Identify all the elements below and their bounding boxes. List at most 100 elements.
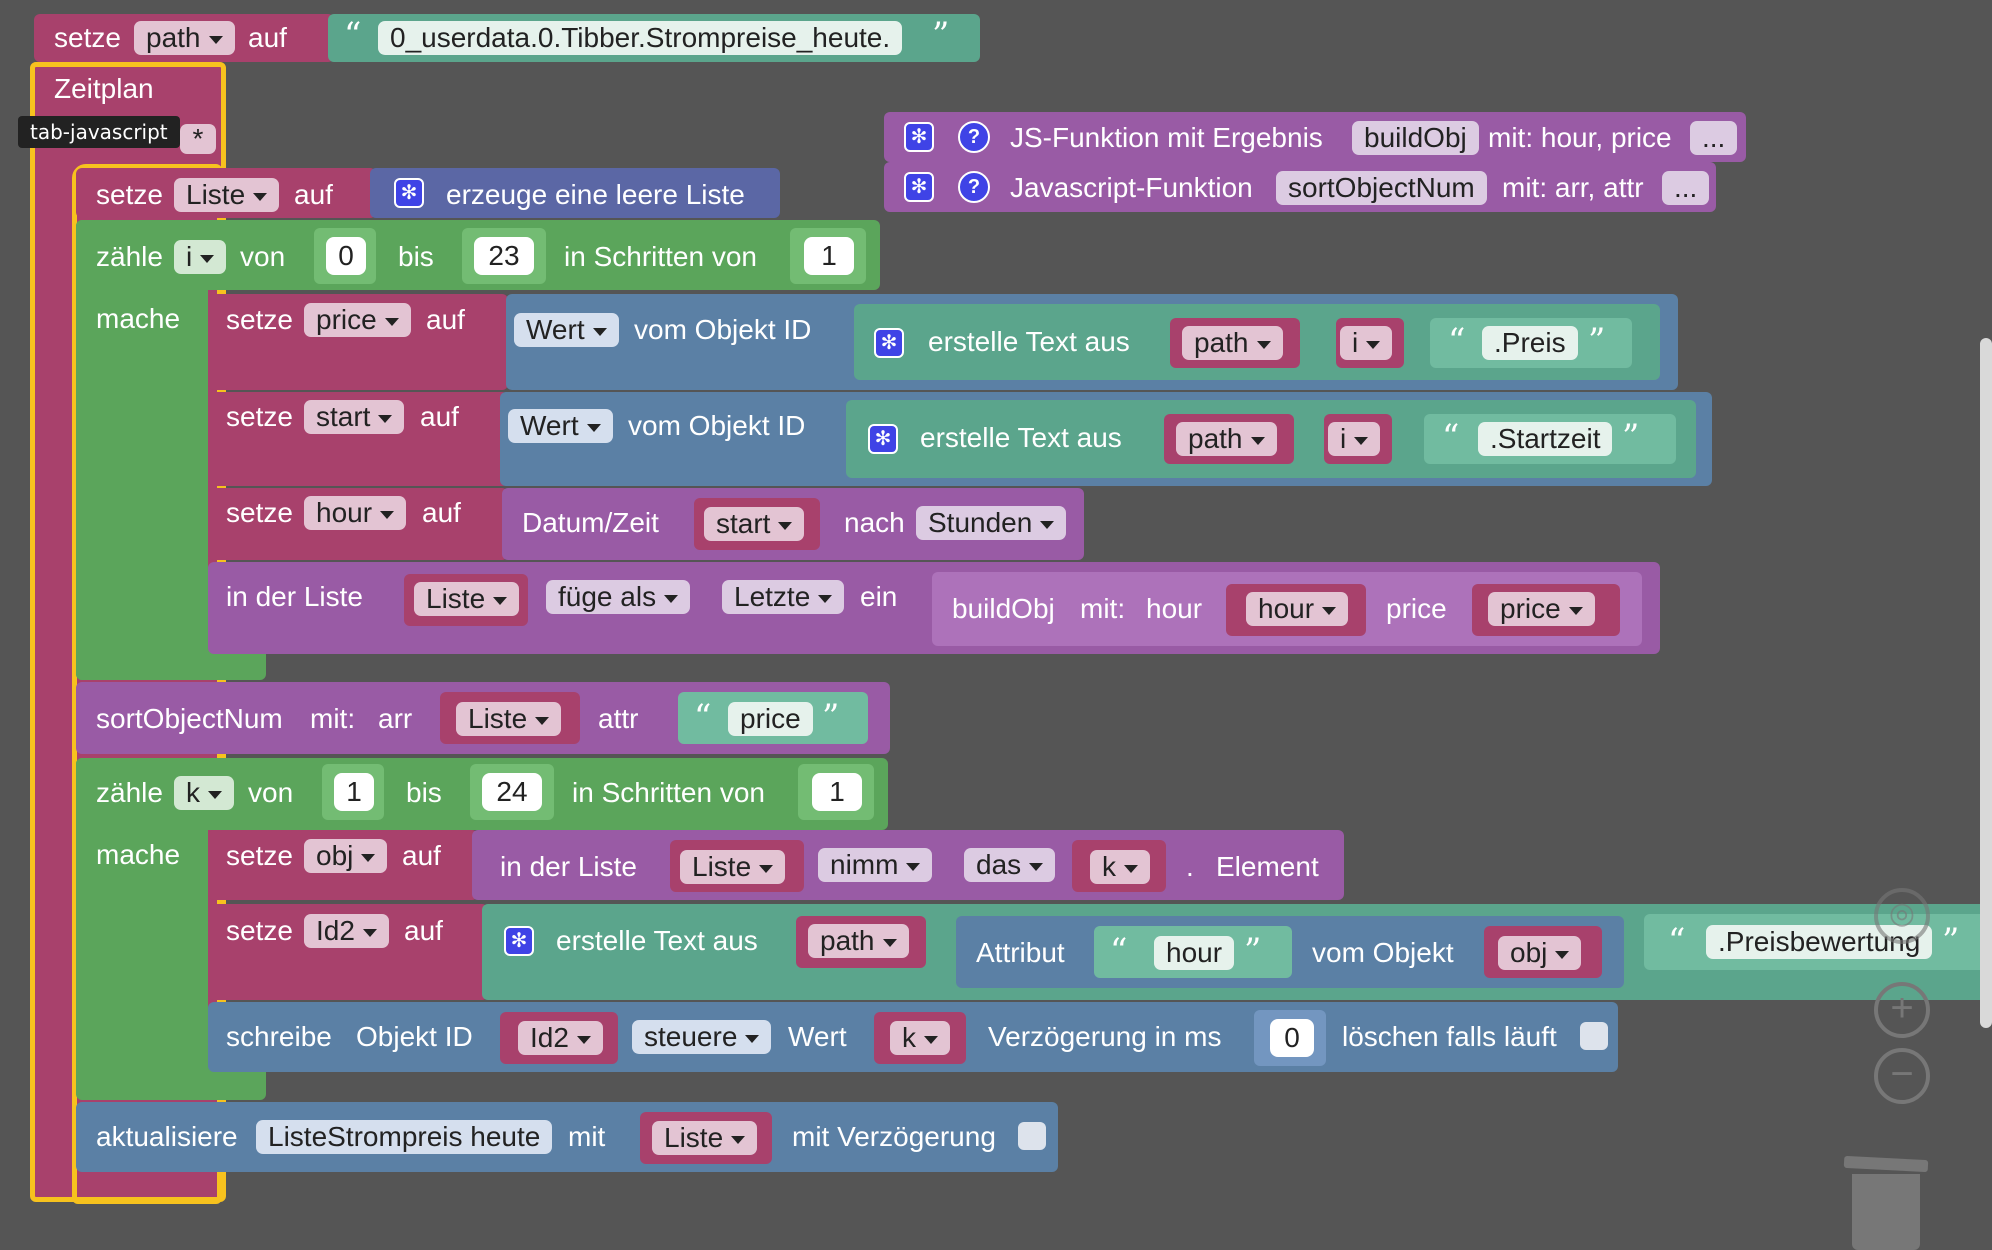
- write-mode-dropdown[interactable]: steuere: [632, 1020, 772, 1054]
- call-fn-name: sortObjectNum: [96, 703, 283, 734]
- quote-close: ”: [1942, 921, 1960, 961]
- liste-var-dropdown[interactable]: Liste: [680, 850, 786, 884]
- reset-zoom-icon[interactable]: ◎: [1874, 888, 1930, 944]
- take-dropdown[interactable]: nimm: [818, 848, 933, 882]
- step-value[interactable]: 1: [812, 773, 862, 811]
- var-liste-dropdown[interactable]: Liste: [174, 178, 280, 212]
- func2-name[interactable]: sortObjectNum: [1276, 171, 1487, 205]
- func2-more-button[interactable]: ...: [1662, 171, 1710, 205]
- wert-dropdown[interactable]: Wert: [508, 409, 613, 443]
- schedule-value[interactable]: *: [180, 124, 216, 154]
- path-text-value[interactable]: 0_userdata.0.Tibber.Strompreise_heute.: [378, 21, 903, 55]
- price-text-value[interactable]: price: [728, 702, 813, 736]
- from-value[interactable]: 1: [334, 773, 374, 811]
- zoom-in-icon[interactable]: +: [1874, 982, 1930, 1038]
- liste-var-dropdown[interactable]: Liste: [456, 702, 562, 736]
- auf-keyword: auf: [248, 22, 287, 53]
- gear-icon[interactable]: ✻: [504, 926, 534, 956]
- to-value[interactable]: 23: [474, 237, 534, 275]
- preis-text-value[interactable]: .Preis: [1482, 326, 1578, 360]
- in-der-liste-label: in der Liste: [500, 851, 637, 882]
- func2-label: Javascript-Funktion: [1010, 172, 1253, 203]
- liste-var-dropdown[interactable]: Liste: [414, 582, 520, 616]
- set-keyword: setze: [226, 840, 293, 871]
- gear-icon[interactable]: ✻: [904, 122, 934, 152]
- auf-keyword: auf: [404, 915, 443, 946]
- insert-position-dropdown[interactable]: Letzte: [722, 580, 845, 614]
- create-text-label: erstelle Text aus: [556, 925, 758, 956]
- help-icon[interactable]: ?: [958, 171, 990, 203]
- quote-open: “: [344, 15, 362, 55]
- step-value[interactable]: 1: [804, 237, 854, 275]
- i-var-dropdown[interactable]: i: [1340, 326, 1393, 360]
- nach-keyword: nach: [844, 507, 905, 538]
- hour-var-dropdown[interactable]: hour: [1246, 592, 1349, 626]
- set-keyword: setze: [54, 22, 121, 53]
- startzeit-text-value[interactable]: .Startzeit: [1478, 422, 1613, 456]
- schreibe-keyword: schreibe: [226, 1021, 332, 1052]
- vertical-scrollbar[interactable]: [1980, 338, 1992, 1028]
- func1-more-button[interactable]: ...: [1690, 121, 1738, 155]
- delay-label: Verzögerung in ms: [988, 1021, 1222, 1052]
- k-var-dropdown[interactable]: k: [890, 1021, 950, 1055]
- mache-keyword: mache: [96, 839, 181, 870]
- path-var-dropdown[interactable]: path: [1176, 422, 1277, 456]
- to-value[interactable]: 24: [482, 773, 542, 811]
- delay-value[interactable]: 0: [1270, 1019, 1314, 1057]
- var-price-dropdown[interactable]: price: [304, 303, 411, 337]
- step-label: in Schritten von: [572, 777, 765, 808]
- quote-close: ”: [1588, 321, 1606, 361]
- func1-label: JS-Funktion mit Ergebnis: [1010, 122, 1323, 153]
- var-path-dropdown[interactable]: path: [134, 21, 235, 55]
- element-label: Element: [1216, 851, 1319, 882]
- objekt-id-label: Objekt ID: [356, 1021, 473, 1052]
- obj-var-dropdown[interactable]: obj: [1498, 936, 1582, 970]
- das-dropdown[interactable]: das: [964, 848, 1056, 882]
- update-name[interactable]: ListeStrompreis heute: [256, 1120, 553, 1154]
- create-text-label: erstelle Text aus: [920, 422, 1122, 453]
- var-id2-dropdown[interactable]: Id2: [304, 914, 389, 948]
- k-var-dropdown[interactable]: k: [1090, 850, 1150, 884]
- insert-mode-dropdown[interactable]: füge als: [546, 580, 691, 614]
- id2-var-dropdown[interactable]: Id2: [518, 1021, 603, 1055]
- update-delay-label: mit Verzögerung: [792, 1121, 996, 1152]
- var-i-dropdown[interactable]: i: [174, 240, 227, 274]
- help-icon[interactable]: ?: [958, 121, 990, 153]
- set-keyword: setze: [226, 304, 293, 335]
- unit-dropdown[interactable]: Stunden: [916, 506, 1067, 540]
- var-hour-dropdown[interactable]: hour: [304, 496, 407, 530]
- datetime-label: Datum/Zeit: [522, 507, 659, 538]
- gear-icon[interactable]: ✻: [868, 424, 898, 454]
- i-var-dropdown[interactable]: i: [1328, 422, 1381, 456]
- update-delay-checkbox[interactable]: [1018, 1122, 1046, 1150]
- trash-icon[interactable]: [1843, 1150, 1929, 1250]
- price-var-dropdown[interactable]: price: [1488, 592, 1595, 626]
- var-obj-dropdown[interactable]: obj: [304, 839, 388, 873]
- clear-label: löschen falls läuft: [1342, 1021, 1557, 1052]
- var-k-dropdown[interactable]: k: [174, 776, 234, 810]
- dot-label: .: [1186, 851, 1194, 882]
- quote-open: “: [1668, 921, 1686, 961]
- auf-keyword: auf: [422, 497, 461, 528]
- path-var-dropdown[interactable]: path: [1182, 326, 1283, 360]
- gear-icon[interactable]: ✻: [874, 328, 904, 358]
- start-var-dropdown[interactable]: start: [704, 507, 805, 541]
- liste-var-dropdown[interactable]: Liste: [652, 1121, 758, 1155]
- zaehle-keyword: zähle: [96, 777, 163, 808]
- param-price-label: price: [1386, 593, 1447, 624]
- from-value[interactable]: 0: [326, 237, 366, 275]
- gear-icon[interactable]: ✻: [904, 172, 934, 202]
- func1-name[interactable]: buildObj: [1352, 121, 1479, 155]
- gear-icon[interactable]: ✻: [394, 178, 424, 208]
- blockly-workspace[interactable]: setze path auf “ 0_userdata.0.Tibber.Str…: [0, 0, 1992, 1250]
- clear-checkbox[interactable]: [1580, 1022, 1608, 1050]
- wert-dropdown[interactable]: Wert: [514, 313, 619, 347]
- zoom-out-icon[interactable]: −: [1874, 1048, 1930, 1104]
- path-var-dropdown[interactable]: path: [808, 924, 909, 958]
- vom-objekt-label: vom Objekt: [1312, 937, 1454, 968]
- var-start-dropdown[interactable]: start: [304, 400, 405, 434]
- auf-keyword: auf: [420, 401, 459, 432]
- set-keyword: setze: [226, 915, 293, 946]
- tab-tooltip: tab-javascript: [18, 116, 180, 148]
- hour-text-value[interactable]: hour: [1154, 936, 1235, 970]
